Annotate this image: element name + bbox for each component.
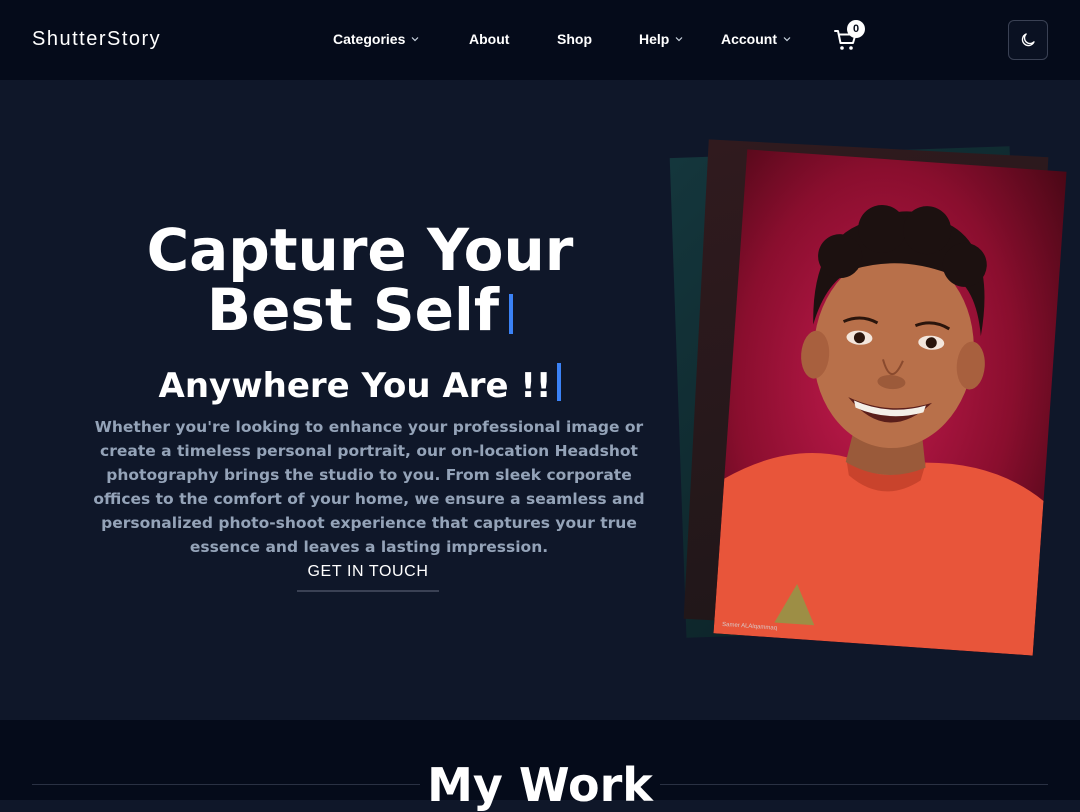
- portrait-photo-stack: Samer ALAlqammaq: [660, 139, 1080, 680]
- hero-title-line1: Capture Your: [146, 216, 574, 284]
- smiling-boy-portrait: [713, 205, 1044, 656]
- theme-toggle-button[interactable]: [1008, 20, 1048, 60]
- nav-shop-label: Shop: [557, 31, 592, 47]
- cart-count-badge: 0: [847, 20, 865, 38]
- chevron-down-icon: [675, 37, 683, 42]
- top-navbar: ShutterStory Categories About Shop Help …: [0, 0, 1080, 80]
- nav-about[interactable]: About: [469, 31, 509, 47]
- nav-help[interactable]: Help: [639, 31, 684, 47]
- hero-description: Whether you're looking to enhance your p…: [93, 418, 645, 556]
- hero-subtitle-text: Anywhere You Are !!: [158, 366, 552, 406]
- nav-categories-label: Categories: [333, 31, 406, 47]
- get-in-touch-button[interactable]: GET IN TOUCH: [297, 554, 439, 592]
- chevron-down-icon: [411, 37, 419, 42]
- hero-subtitle: Anywhere You Are !!: [80, 363, 640, 406]
- my-work-title: My Work: [427, 758, 653, 812]
- chevron-down-icon: [783, 37, 791, 42]
- hero-title: Capture Your Best Self: [80, 220, 640, 340]
- nav-about-label: About: [469, 31, 510, 47]
- typing-cursor: [509, 294, 514, 334]
- portrait-photo-front: Samer ALAlqammaq: [713, 149, 1067, 656]
- nav-categories[interactable]: Categories: [333, 31, 420, 47]
- brand-logo[interactable]: ShutterStory: [32, 28, 161, 51]
- my-work-section: My Work: [0, 720, 1080, 812]
- nav-shop[interactable]: Shop: [557, 31, 592, 47]
- nav-account-label: Account: [721, 31, 777, 47]
- typing-cursor: [557, 363, 562, 401]
- hero-section: Capture Your Best Self Anywhere You Are …: [0, 80, 1080, 720]
- nav-account[interactable]: Account: [721, 31, 792, 47]
- moon-icon: [1021, 33, 1035, 47]
- hero-title-line2: Best Self: [206, 276, 500, 344]
- nav-help-label: Help: [639, 31, 670, 47]
